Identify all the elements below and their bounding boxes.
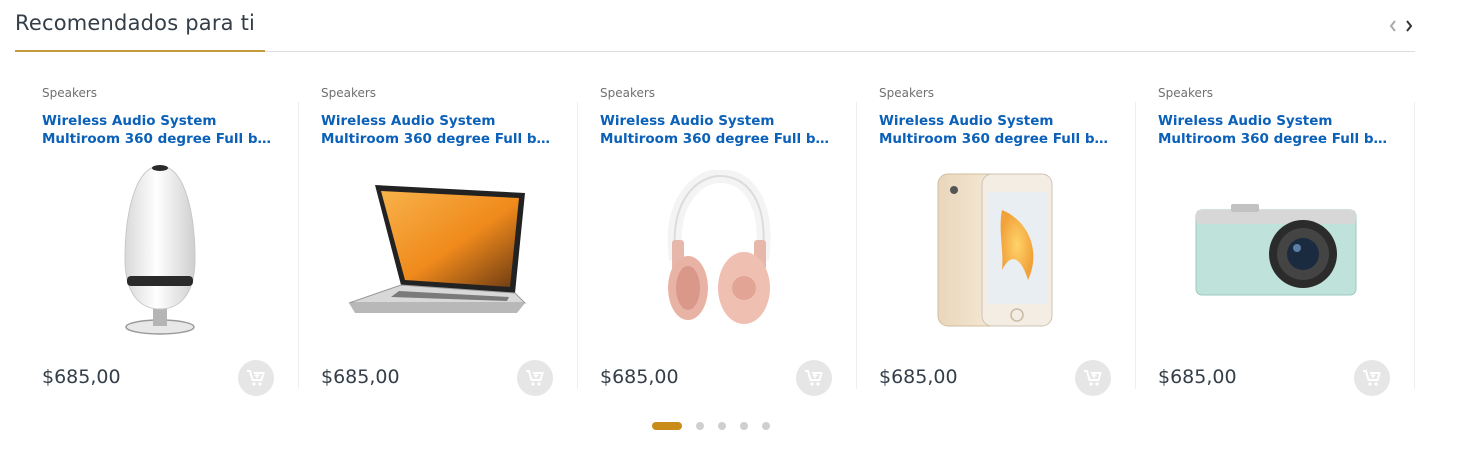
product-image[interactable]	[879, 162, 1114, 337]
pagination-dot[interactable]	[718, 422, 726, 430]
smartphone-image	[937, 173, 1052, 326]
product-title[interactable]: Wireless Audio System Multiroom 360 degr…	[1158, 112, 1388, 148]
section-title: Recomendados para ti	[15, 11, 256, 35]
product-title[interactable]: Wireless Audio System Multiroom 360 degr…	[42, 112, 272, 148]
product-category[interactable]: Speakers	[1158, 86, 1213, 100]
add-to-cart-icon	[1084, 370, 1102, 386]
pagination-dot[interactable]	[740, 422, 748, 430]
add-to-cart-icon	[805, 370, 823, 386]
prev-button[interactable]	[1387, 16, 1399, 36]
product-image[interactable]	[1158, 162, 1393, 337]
product-card[interactable]: Speakers Wireless Audio System Multiroom…	[1136, 82, 1415, 396]
add-to-cart-button[interactable]	[517, 360, 553, 396]
pagination-dot[interactable]	[696, 422, 704, 430]
carousel-pagination	[652, 422, 784, 430]
product-title[interactable]: Wireless Audio System Multiroom 360 degr…	[321, 112, 551, 148]
product-card[interactable]: Speakers Wireless Audio System Multiroom…	[20, 82, 299, 396]
add-to-cart-icon	[247, 370, 265, 386]
headphones-image	[667, 169, 770, 324]
add-to-cart-button[interactable]	[1075, 360, 1111, 396]
add-to-cart-button[interactable]	[796, 360, 832, 396]
product-title[interactable]: Wireless Audio System Multiroom 360 degr…	[879, 112, 1109, 148]
camera-image	[1195, 203, 1356, 295]
product-title[interactable]: Wireless Audio System Multiroom 360 degr…	[600, 112, 830, 148]
product-price: $685,00	[879, 366, 958, 388]
product-image[interactable]	[321, 162, 556, 337]
product-category[interactable]: Speakers	[42, 86, 97, 100]
add-to-cart-icon	[526, 370, 544, 386]
product-image[interactable]	[600, 162, 835, 337]
carousel-nav	[1387, 16, 1415, 36]
next-button[interactable]	[1403, 16, 1415, 36]
product-card[interactable]: Speakers Wireless Audio System Multiroom…	[578, 82, 857, 396]
product-category[interactable]: Speakers	[600, 86, 655, 100]
section-header: Recomendados para ti	[15, 0, 1415, 52]
product-category[interactable]: Speakers	[879, 86, 934, 100]
product-price: $685,00	[1158, 366, 1237, 388]
speaker-image	[123, 164, 196, 335]
product-carousel: Speakers Wireless Audio System Multiroom…	[20, 82, 1415, 396]
add-to-cart-button[interactable]	[238, 360, 274, 396]
product-card[interactable]: Speakers Wireless Audio System Multiroom…	[299, 82, 578, 396]
pagination-dot[interactable]	[762, 422, 770, 430]
product-price: $685,00	[42, 366, 121, 388]
laptop-image	[348, 184, 526, 313]
add-to-cart-icon	[1363, 370, 1381, 386]
chevron-right-icon	[1406, 20, 1413, 32]
product-category[interactable]: Speakers	[321, 86, 376, 100]
pagination-dot-active[interactable]	[652, 422, 682, 430]
product-price: $685,00	[321, 366, 400, 388]
product-card[interactable]: Speakers Wireless Audio System Multiroom…	[857, 82, 1136, 396]
chevron-left-icon	[1389, 20, 1396, 32]
add-to-cart-button[interactable]	[1354, 360, 1390, 396]
card-divider	[1414, 102, 1415, 389]
title-underline	[15, 50, 265, 52]
product-image[interactable]	[42, 162, 277, 337]
product-price: $685,00	[600, 366, 679, 388]
